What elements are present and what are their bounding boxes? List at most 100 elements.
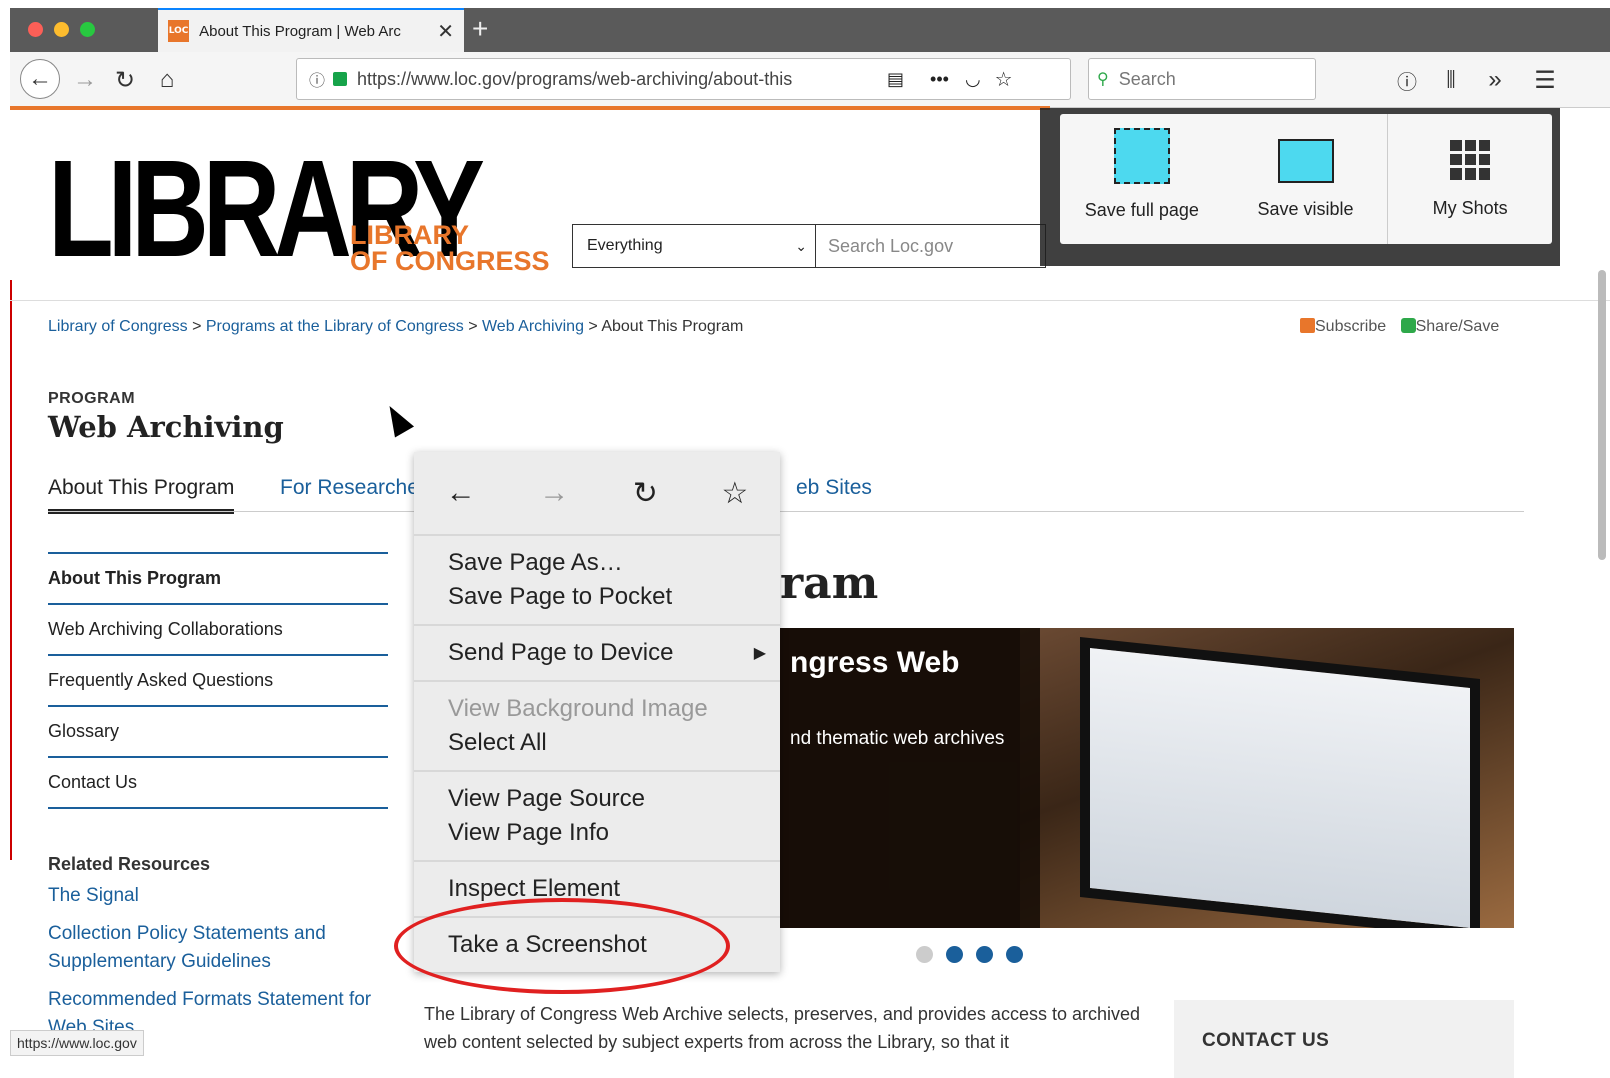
- reader-view-icon[interactable]: ▤: [887, 69, 904, 90]
- ctx-back-icon[interactable]: ←: [446, 476, 476, 510]
- maximize-window-button[interactable]: [80, 22, 95, 37]
- monitor-screen-image: [1090, 648, 1470, 928]
- subscribe-link[interactable]: Subscribe: [1315, 318, 1386, 335]
- ctx-group-send: Send Page to Device ▶: [414, 626, 780, 682]
- search-icon: ⚲: [1097, 71, 1109, 88]
- breadcrumb-separator: >: [463, 318, 482, 335]
- search-scope-select[interactable]: Everything ⌄: [572, 224, 816, 268]
- library-of-congress-wordmark[interactable]: LIBRARY OF CONGRESS: [350, 220, 550, 276]
- tab-for-researchers[interactable]: For Researche: [280, 476, 419, 500]
- related-link-collection-policy[interactable]: Collection Policy Statements and Supplem…: [48, 920, 388, 976]
- address-bar[interactable]: ⓘ https://www.loc.gov/programs/web-archi…: [296, 58, 1071, 100]
- breadcrumb-link-loc[interactable]: Library of Congress: [48, 318, 188, 335]
- carousel-dot[interactable]: [1006, 946, 1023, 963]
- home-button[interactable]: ⌂: [150, 63, 184, 97]
- ctx-forward-icon[interactable]: →: [539, 476, 569, 510]
- minimize-window-button[interactable]: [54, 22, 69, 37]
- ctx-view-info[interactable]: View Page Info: [414, 816, 780, 850]
- overflow-chevron-icon[interactable]: »: [1478, 63, 1512, 97]
- tabs-divider: [48, 511, 1524, 512]
- carousel-dot[interactable]: [946, 946, 963, 963]
- save-visible-label: Save visible: [1257, 198, 1354, 219]
- full-page-icon: [1113, 127, 1170, 184]
- screenshot-panel: Save full page Save visible My Shots: [1060, 114, 1552, 244]
- url-text[interactable]: https://www.loc.gov/programs/web-archivi…: [357, 69, 847, 90]
- my-shots-button[interactable]: My Shots: [1387, 114, 1552, 244]
- info-circle-icon[interactable]: ⓘ: [1390, 63, 1424, 97]
- forward-arrow-icon: →: [73, 66, 97, 93]
- sidenav-item-contact[interactable]: Contact Us: [48, 758, 388, 809]
- site-search-input[interactable]: Search Loc.gov: [816, 224, 1046, 268]
- reload-button[interactable]: ↻: [108, 63, 142, 97]
- context-menu: ← → ↻ ☆ Save Page As… Save Page to Pocke…: [414, 452, 780, 972]
- ctx-save-to-pocket[interactable]: Save Page to Pocket: [414, 580, 780, 614]
- tab-about-this-program[interactable]: About This Program: [48, 476, 235, 514]
- sidenav-item-about[interactable]: About This Program: [48, 554, 388, 605]
- share-links: Subscribe Share/Save: [1300, 318, 1499, 336]
- ctx-reload-icon[interactable]: ↻: [633, 476, 658, 511]
- article-heading: ram: [780, 558, 879, 609]
- carousel-pagination: [916, 946, 1023, 963]
- reload-icon: ↻: [114, 66, 136, 94]
- back-button[interactable]: ←: [20, 59, 60, 99]
- close-tab-icon[interactable]: ✕: [437, 19, 454, 44]
- ctx-select-all[interactable]: Select All: [414, 726, 780, 760]
- carousel-dot[interactable]: [916, 946, 933, 963]
- related-resources-heading: Related Resources: [48, 854, 211, 874]
- library-icon[interactable]: ⫼: [1434, 63, 1468, 97]
- submenu-arrow-icon: ▶: [753, 645, 766, 662]
- wordmark-line-1: LIBRARY: [350, 220, 469, 250]
- ctx-send-to-device[interactable]: Send Page to Device ▶: [414, 636, 780, 670]
- carousel-title[interactable]: ngress Web: [790, 646, 960, 680]
- status-bar-url: https://www.loc.gov: [10, 1030, 144, 1056]
- browser-tab[interactable]: LOC About This Program | Web Arc ✕: [158, 8, 464, 52]
- rss-icon: [1300, 318, 1315, 333]
- ctx-view-source[interactable]: View Page Source: [414, 782, 780, 816]
- ctx-group-select: View Background Image Select All: [414, 682, 780, 772]
- page-scrollbar[interactable]: [1598, 270, 1606, 560]
- breadcrumb-separator: >: [187, 318, 206, 335]
- search-bar[interactable]: ⚲ Search: [1088, 58, 1316, 100]
- share-save-link[interactable]: Share/Save: [1416, 318, 1500, 335]
- context-menu-nav: ← → ↻ ☆: [414, 452, 780, 536]
- header-divider: [10, 300, 1610, 301]
- breadcrumb-separator: >: [583, 318, 602, 335]
- wordmark-line-2: OF CONGRESS: [350, 246, 550, 276]
- close-window-button[interactable]: [28, 22, 43, 37]
- program-kicker: PROGRAM: [48, 390, 136, 407]
- ctx-view-background: View Background Image: [448, 695, 708, 722]
- share-icon: [1400, 318, 1416, 333]
- sidenav-item-faq[interactable]: Frequently Asked Questions: [48, 656, 388, 707]
- grid-icon: [1450, 139, 1491, 180]
- sidenav-item-glossary[interactable]: Glossary: [48, 707, 388, 758]
- loc-favicon-icon: LOC: [168, 20, 190, 42]
- new-tab-button[interactable]: +: [472, 12, 488, 46]
- forward-button[interactable]: →: [68, 63, 102, 97]
- breadcrumb: Library of Congress > Programs at the Li…: [48, 318, 743, 336]
- ctx-group-save: Save Page As… Save Page to Pocket: [414, 536, 780, 626]
- tab-web-sites[interactable]: eb Sites: [796, 476, 872, 500]
- carousel-subtitle: nd thematic web archives: [790, 728, 1005, 749]
- tab-title: About This Program | Web Arc: [199, 22, 401, 40]
- side-navigation: About This Program Web Archiving Collabo…: [48, 552, 388, 809]
- bookmark-star-icon[interactable]: ☆: [995, 67, 1013, 92]
- highlight-ellipse: [394, 898, 730, 994]
- visible-area-icon: [1277, 138, 1334, 183]
- sidenav-item-collaborations[interactable]: Web Archiving Collaborations: [48, 605, 388, 656]
- ctx-bookmark-icon[interactable]: ☆: [721, 476, 748, 511]
- pocket-icon[interactable]: ◡: [965, 69, 981, 90]
- hamburger-menu-icon[interactable]: ☰: [1528, 63, 1562, 97]
- related-link-signal[interactable]: The Signal: [48, 882, 388, 910]
- info-icon[interactable]: ⓘ: [309, 67, 325, 91]
- edge-accent: [10, 280, 12, 860]
- save-full-page-button[interactable]: Save full page: [1060, 114, 1224, 244]
- chevron-down-icon: ⌄: [795, 237, 807, 254]
- breadcrumb-link-web-archiving[interactable]: Web Archiving: [482, 318, 584, 335]
- navigation-toolbar: ← → ↻ ⌂ ⓘ https://www.loc.gov/programs/w…: [10, 52, 1610, 108]
- page-actions-icon[interactable]: •••: [930, 69, 949, 90]
- home-icon: ⌂: [159, 66, 175, 93]
- ctx-save-page-as[interactable]: Save Page As…: [414, 546, 780, 580]
- save-visible-button[interactable]: Save visible: [1224, 114, 1388, 244]
- breadcrumb-link-programs[interactable]: Programs at the Library of Congress: [206, 318, 464, 335]
- carousel-dot[interactable]: [976, 946, 993, 963]
